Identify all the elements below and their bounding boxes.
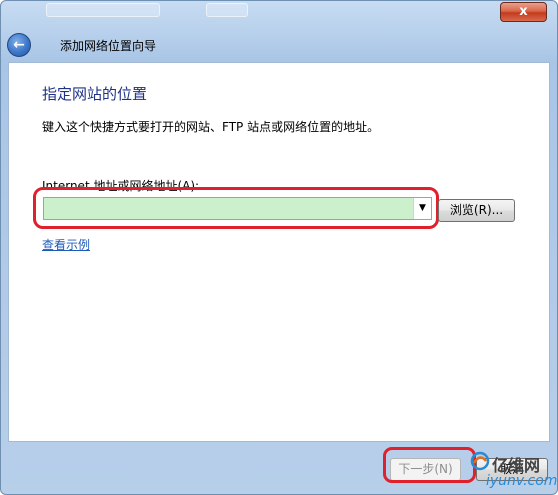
wizard-nav-bar: ← 添加网络位置向导: [1, 29, 557, 59]
close-button[interactable]: x: [500, 2, 547, 22]
address-field-label: Internet 地址或网络地址(A):: [42, 179, 200, 193]
wizard-title: 添加网络位置向导: [60, 39, 157, 53]
dropdown-arrow-icon[interactable]: ▼: [413, 198, 431, 219]
wizard-window: x ← 添加网络位置向导 指定网站的位置 键入这个快捷方式要打开的网站、FTP …: [0, 0, 558, 495]
title-bar-ghost: [46, 3, 160, 17]
title-bar-ghost-2: [206, 3, 248, 17]
next-button[interactable]: 下一步(N): [390, 458, 461, 481]
title-bar: x: [1, 1, 557, 25]
page-description: 键入这个快捷方式要打开的网站、FTP 站点或网络位置的地址。: [42, 120, 380, 134]
page-heading: 指定网站的位置: [42, 85, 148, 103]
back-arrow-icon[interactable]: ←: [7, 33, 31, 57]
watermark-bottom-text: iyunv.com: [486, 473, 558, 489]
view-examples-link[interactable]: 查看示例: [42, 236, 90, 253]
wizard-content-panel: 指定网站的位置 键入这个快捷方式要打开的网站、FTP 站点或网络位置的地址。 I…: [8, 62, 550, 442]
watermark-logo: 亿维网 iyunv.com: [470, 449, 558, 493]
address-combobox[interactable]: ▼: [43, 197, 432, 220]
watermark-swirl-icon: [470, 451, 490, 471]
browse-button[interactable]: 浏览(R)...: [438, 199, 515, 222]
